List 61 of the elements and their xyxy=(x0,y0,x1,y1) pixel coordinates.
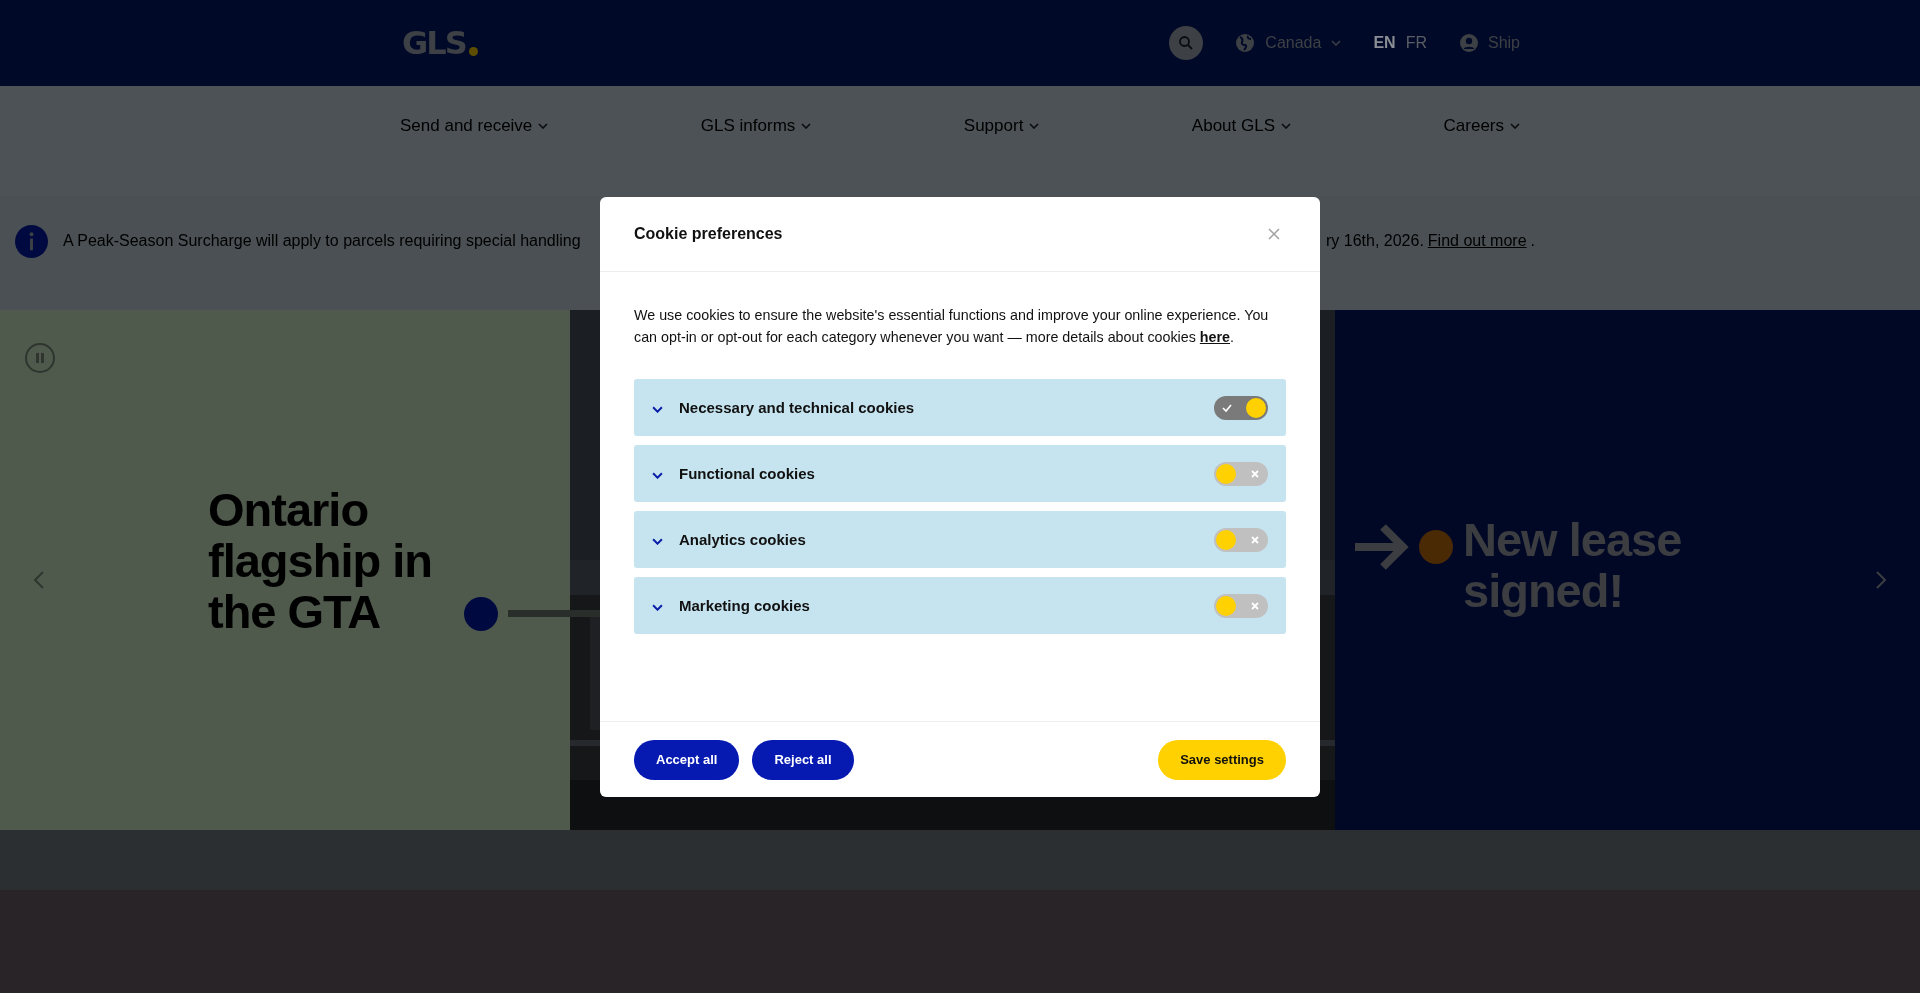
dialog-title: Cookie preferences xyxy=(634,225,783,243)
category-label: Necessary and technical cookies xyxy=(679,399,916,416)
chevron-down-icon xyxy=(538,123,549,129)
find-out-more-link[interactable]: Find out more xyxy=(1427,232,1527,250)
notice-text: A Peak-Season Surcharge will apply to parcels requiring special handling xyxy=(63,232,582,250)
search-button[interactable] xyxy=(1169,26,1204,60)
check-icon xyxy=(1222,402,1232,413)
search-icon xyxy=(1178,35,1195,51)
x-icon xyxy=(1250,600,1260,611)
nav-menu-item[interactable]: About GLS xyxy=(1191,116,1292,136)
nav-menu-item[interactable]: Send and receive xyxy=(400,116,549,136)
nav-menu-item[interactable]: GLS informs xyxy=(700,116,812,136)
logo-dot xyxy=(468,47,478,56)
cookie-details-link[interactable]: here xyxy=(1199,329,1231,345)
category-label: Analytics cookies xyxy=(679,531,807,548)
chevron-down-icon xyxy=(652,405,663,413)
chevron-down-icon xyxy=(652,471,663,479)
info-icon xyxy=(15,224,48,258)
logo[interactable]: GLS xyxy=(402,27,466,59)
intro-text: We use cookies to ensure the website's essential functions and improve your online experience. You can opt-in or opt-out for each category whenever you want — more details about cookies here. xyxy=(634,306,1270,347)
close-icon xyxy=(1268,228,1280,240)
dialog-button[interactable]: Reject all xyxy=(752,739,854,780)
nav-menu-item[interactable]: Support xyxy=(963,116,1040,136)
arrow-right-icon xyxy=(1355,522,1409,572)
cookie-category-row[interactable]: Functional cookies xyxy=(634,445,1286,502)
chevron-down-icon xyxy=(1029,123,1040,129)
chevron-right-icon[interactable] xyxy=(1875,570,1887,590)
chevron-down-icon xyxy=(1510,123,1520,129)
hero-headline: New lease signed! xyxy=(1463,514,1683,616)
user-icon xyxy=(1458,33,1479,53)
toggle-switch[interactable] xyxy=(1214,593,1268,618)
country-selector[interactable]: Canada xyxy=(1235,33,1342,53)
account-link[interactable]: Ship xyxy=(1458,33,1520,53)
cookie-category-row[interactable]: Necessary and technical cookies xyxy=(634,379,1286,436)
language-option[interactable]: FR xyxy=(1405,34,1427,52)
toggle-switch[interactable] xyxy=(1214,395,1268,420)
toggle-switch[interactable] xyxy=(1214,461,1268,486)
x-icon xyxy=(1250,468,1260,479)
chevron-down-icon xyxy=(801,123,812,129)
chevron-down-icon xyxy=(652,537,663,545)
cookie-category-row[interactable]: Analytics cookies xyxy=(634,511,1286,568)
cookie-category-row[interactable]: Marketing cookies xyxy=(634,577,1286,634)
save-settings-button[interactable]: Save settings xyxy=(1158,739,1286,780)
category-label: Functional cookies xyxy=(679,465,816,482)
chevron-left-icon[interactable] xyxy=(33,570,45,590)
nav-menu-item[interactable]: Careers xyxy=(1443,116,1520,136)
x-icon xyxy=(1250,534,1260,545)
language-option[interactable]: EN xyxy=(1373,34,1396,52)
notice-text: . xyxy=(1530,232,1535,250)
dialog-button[interactable]: Accept all xyxy=(634,739,740,780)
notice-text: ry 16th, 2026. xyxy=(1326,232,1424,250)
toggle-switch[interactable] xyxy=(1214,527,1268,552)
hero-headline: Ontario flagship in the GTA xyxy=(208,483,433,637)
chevron-down-icon xyxy=(652,603,663,611)
pause-icon[interactable] xyxy=(24,342,56,374)
category-label: Marketing cookies xyxy=(679,597,811,614)
headline-dot xyxy=(1419,530,1453,564)
globe-icon xyxy=(1235,33,1256,53)
headline-dot xyxy=(464,596,498,631)
chevron-down-icon xyxy=(1281,123,1292,129)
chevron-down-icon xyxy=(1331,40,1342,46)
